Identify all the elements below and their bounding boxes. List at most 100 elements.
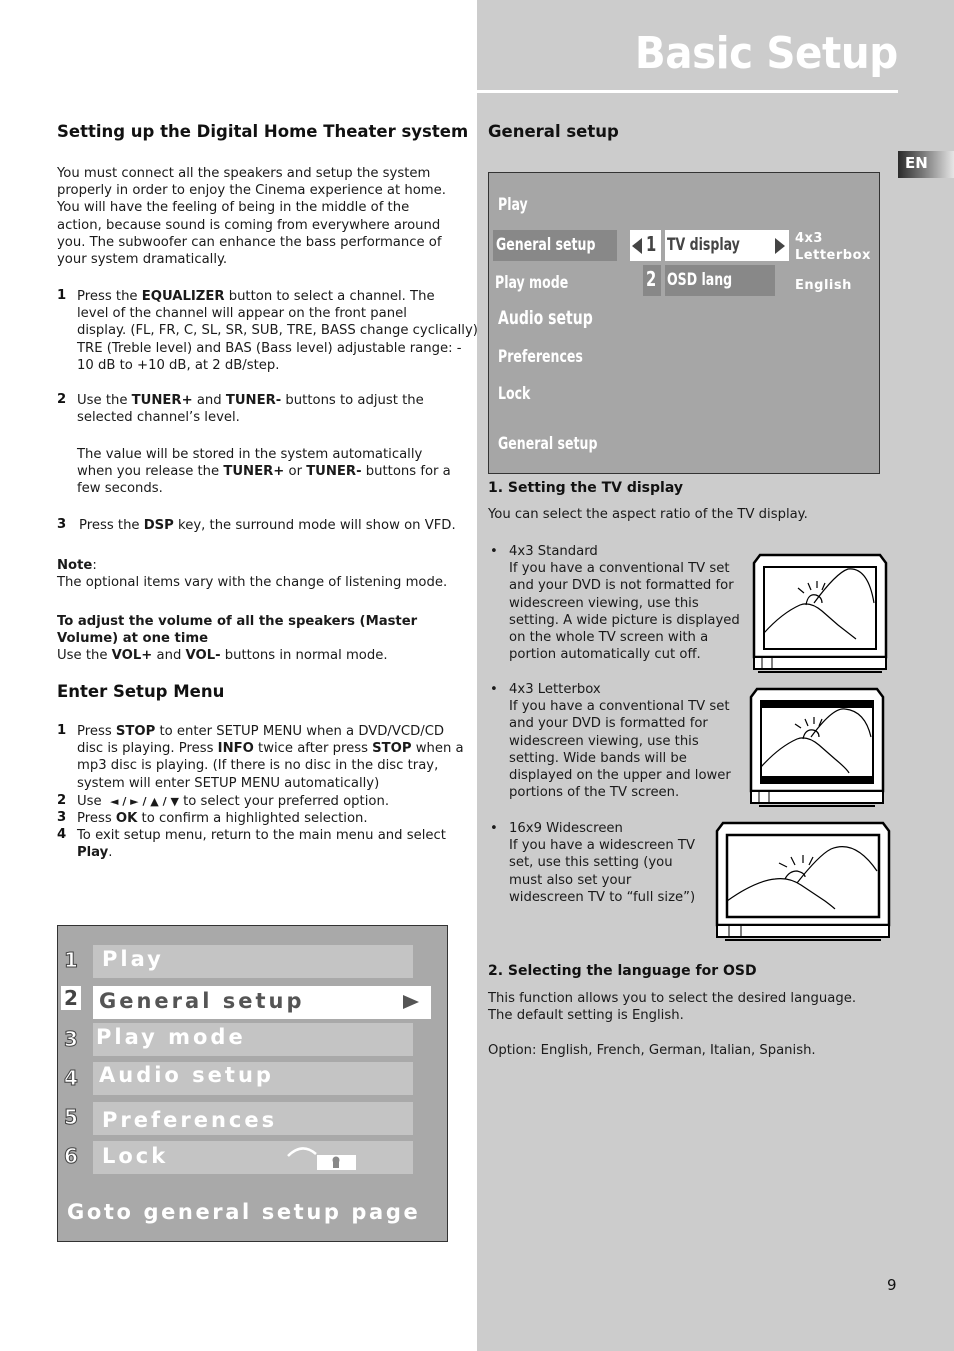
text-line: selected channel’s level. [77,410,240,426]
key-vol-plus: VOL+ [111,648,153,664]
osd-menu-audio-setup[interactable]: Audio setup [498,307,593,329]
step-number: 3 [57,810,67,825]
menu-number: 4 [64,1066,79,1091]
key-tuner-minus: TUNER- [225,393,282,408]
option-number: 1 [646,232,657,256]
bullet: • [490,544,498,559]
step-number: 3 [57,517,67,532]
menu-label-lock: Lock [102,1144,169,1168]
text: Use the [77,393,132,408]
text: Press the [77,289,142,304]
setup-step1: Press STOP to enter SETUP MENU when a DV… [77,723,464,792]
text-line: widescreen viewing, use this [509,595,699,611]
osd-language-options: Option: English, French, German, Italian… [488,1043,816,1058]
master-heading: Volume) at one time [57,631,209,647]
language-tab: EN [898,151,954,178]
text-line: mp3 disc is playing. (If there is no dis… [77,758,439,774]
tv-widescreen-illustration [715,821,891,941]
tv-standard-illustration [752,553,888,673]
key-info: INFO [217,741,254,757]
step3-text: Press the DSP key, the surround mode wil… [79,517,456,534]
right-arrow-icon[interactable] [774,237,786,255]
text-line: If you have a widescreen TV [509,838,696,854]
option-label-tv-display: TV display [667,235,740,255]
intro-line: action, because sound is coming from eve… [57,217,441,233]
text-line: 10 dB to +10 dB, at 2 dB/step. [77,357,280,373]
text: . [108,845,113,861]
osd-footer: General setup [498,434,598,454]
text-line: The default setting is English. [488,1008,684,1024]
text-line: The value will be stored in the system a… [77,447,423,462]
text: Press [77,811,116,826]
menu-number: 5 [64,1105,79,1130]
menu-label-audio-setup: Audio setup [99,1063,274,1087]
step-number: 2 [57,793,67,808]
tv-display-intro: You can select the aspect ratio of the T… [488,507,808,522]
osd-menu-general-setup[interactable]: General setup [496,235,595,255]
tv-option-letterbox: 4x3 Letterbox If you have a conventional… [509,681,731,801]
text-line: and your DVD is formatted for [509,716,708,732]
title-divider [477,90,898,93]
key-ok: OK [115,811,138,826]
note-label: Note [57,558,93,573]
tv-display-value: 4x3 Letterbox [795,230,871,264]
key-equalizer: EQUALIZER [141,289,225,304]
text-line: If you have a conventional TV set [509,699,730,715]
menu-number: 2 [61,986,81,1010]
section-heading-setup: Setting up the Digital Home Theater syst… [57,122,469,141]
setup-step2: Use ◄ / ► / ▲ / ▼ to select your preferr… [77,793,389,810]
key-tuner-minus: TUNER- [306,464,362,480]
text: to select your preferred option. [178,794,390,809]
key-tuner-plus: TUNER+ [223,464,285,480]
step-number: 1 [57,723,67,738]
osd-menu-play-mode[interactable]: Play mode [495,273,568,293]
osd-menu-preferences[interactable]: Preferences [498,347,583,367]
setup-step3: Press OK to confirm a highlighted select… [77,810,368,827]
intro-line: you. The subwoofer can enhance the bass … [57,234,442,250]
text: when a [411,741,464,757]
text-line: set, use this setting (you [509,855,673,871]
text: Press [77,724,116,739]
text-line: portion automatically cut off. [509,647,701,663]
text: to enter SETUP MENU when a DVD/VCD/CD [155,724,445,739]
intro-line: You must connect all the speakers and se… [57,166,431,181]
note-text: The optional items vary with the change … [57,575,448,591]
value-line: Letterbox [795,248,871,263]
key-vol-minus: VOL- [185,648,221,664]
key-play: Play [77,845,109,861]
osd-lang-value: English [795,278,852,293]
text-line: level of the channel will appear on the … [77,306,407,322]
text-line: This function allows you to select the d… [488,991,857,1006]
text: when you release the [77,464,224,480]
subheading-osd-language: 2. Selecting the language for OSD [488,963,757,979]
arrow-keys-icon: ◄ / ► / ▲ / ▼ [110,795,179,808]
text-line: TRE (Treble level) and BAS (Bass level) … [77,340,462,356]
left-arrow-icon[interactable] [631,237,643,255]
text: disc is playing. Press [77,741,218,757]
text: and [152,648,186,664]
intro-line: properly in order to enjoy the Cinema ex… [57,183,446,199]
step2-text: Use the TUNER+ and TUNER- buttons to adj… [77,392,424,426]
intro-paragraph: You must connect all the speakers and se… [57,165,446,268]
text-line: widescreen TV to “full size”) [509,889,696,905]
text-line: setting. Wide bands will be [509,750,687,766]
text-line: If you have a conventional TV set [509,561,730,577]
text: Press the [79,518,144,533]
option-number: 2 [646,267,657,291]
text: buttons in normal mode. [220,648,388,664]
text-line: displayed on the upper and lower [509,768,731,784]
menu-number: 3 [64,1027,79,1052]
section-heading-general-setup: General setup [488,122,619,141]
menu-label-preferences: Preferences [102,1108,278,1132]
key-dsp: DSP [143,518,174,533]
bullet: • [490,682,498,697]
osd-menu-play[interactable]: Play [498,195,528,215]
osd-general-setup: Play General setup Play mode Audio setup… [488,172,880,474]
submenu-arrow-icon [403,995,419,1009]
key-stop: STOP [372,741,412,757]
text: Use [77,794,111,809]
option-title: 16x9 Widescreen [509,821,623,836]
bullet: • [490,821,498,836]
osd-menu-lock[interactable]: Lock [498,384,530,404]
text-line: portions of the TV screen. [509,785,680,801]
